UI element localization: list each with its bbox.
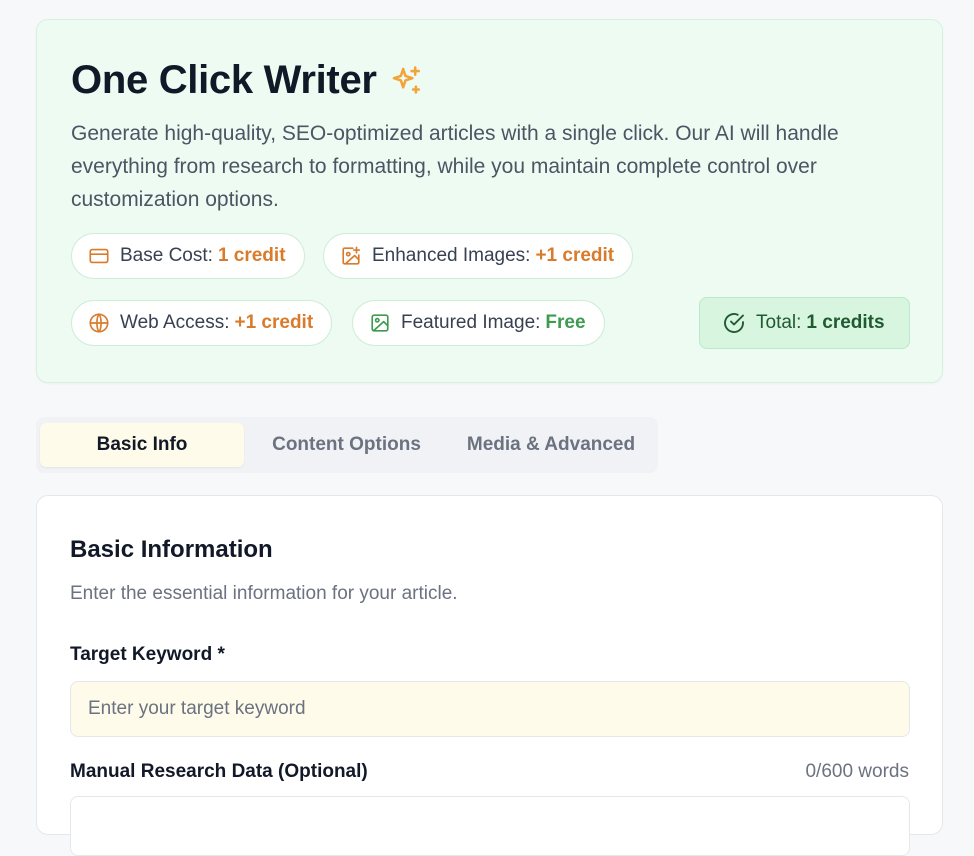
pill-label: Featured Image: — [401, 312, 541, 333]
tab-media-advanced[interactable]: Media & Advanced — [449, 423, 653, 467]
pill-value: Free — [545, 312, 586, 333]
credit-card-icon — [88, 245, 110, 267]
total-credits-badge: Total: 1 credits — [699, 297, 910, 349]
section-title: Basic Information — [70, 536, 273, 563]
basic-info-card: Basic Information Enter the essential in… — [36, 495, 943, 856]
enhanced-images-pill: Enhanced Images: +1 credit — [323, 233, 634, 279]
total-label: Total: — [756, 312, 802, 333]
target-keyword-input[interactable] — [70, 681, 910, 737]
pill-label: Enhanced Images: — [372, 245, 531, 266]
pill-label: Web Access: — [120, 312, 230, 333]
word-count: 0/600 words — [805, 761, 909, 782]
image-plus-icon — [340, 245, 362, 267]
tab-bar: Basic Info Content Options Media & Advan… — [36, 417, 658, 473]
image-icon — [369, 312, 391, 334]
target-keyword-label: Target Keyword * — [70, 644, 225, 665]
globe-icon — [88, 312, 110, 334]
total-value: 1 credits — [806, 312, 885, 333]
check-circle-icon — [722, 311, 746, 335]
section-subtitle: Enter the essential information for your… — [70, 583, 458, 604]
sparkles-icon — [389, 64, 423, 98]
page-title: One Click Writer — [71, 58, 377, 102]
pill-value: +1 credit — [535, 245, 615, 266]
pill-label: Base Cost: — [120, 245, 213, 266]
tab-content-options[interactable]: Content Options — [244, 423, 449, 467]
hero-panel: One Click Writer Generate high-quality, … — [36, 19, 943, 383]
pill-value: +1 credit — [234, 312, 314, 333]
base-cost-pill: Base Cost: 1 credit — [71, 233, 305, 279]
hero-description: Generate high-quality, SEO-optimized art… — [71, 122, 839, 211]
hero-title-row: One Click Writer — [71, 58, 423, 103]
tab-basic-info[interactable]: Basic Info — [40, 423, 244, 467]
pill-value: 1 credit — [217, 245, 286, 266]
manual-research-label: Manual Research Data (Optional) — [70, 761, 368, 782]
web-access-pill: Web Access: +1 credit — [71, 300, 333, 346]
manual-research-textarea[interactable] — [70, 796, 910, 856]
featured-image-pill: Featured Image: Free — [352, 300, 605, 346]
